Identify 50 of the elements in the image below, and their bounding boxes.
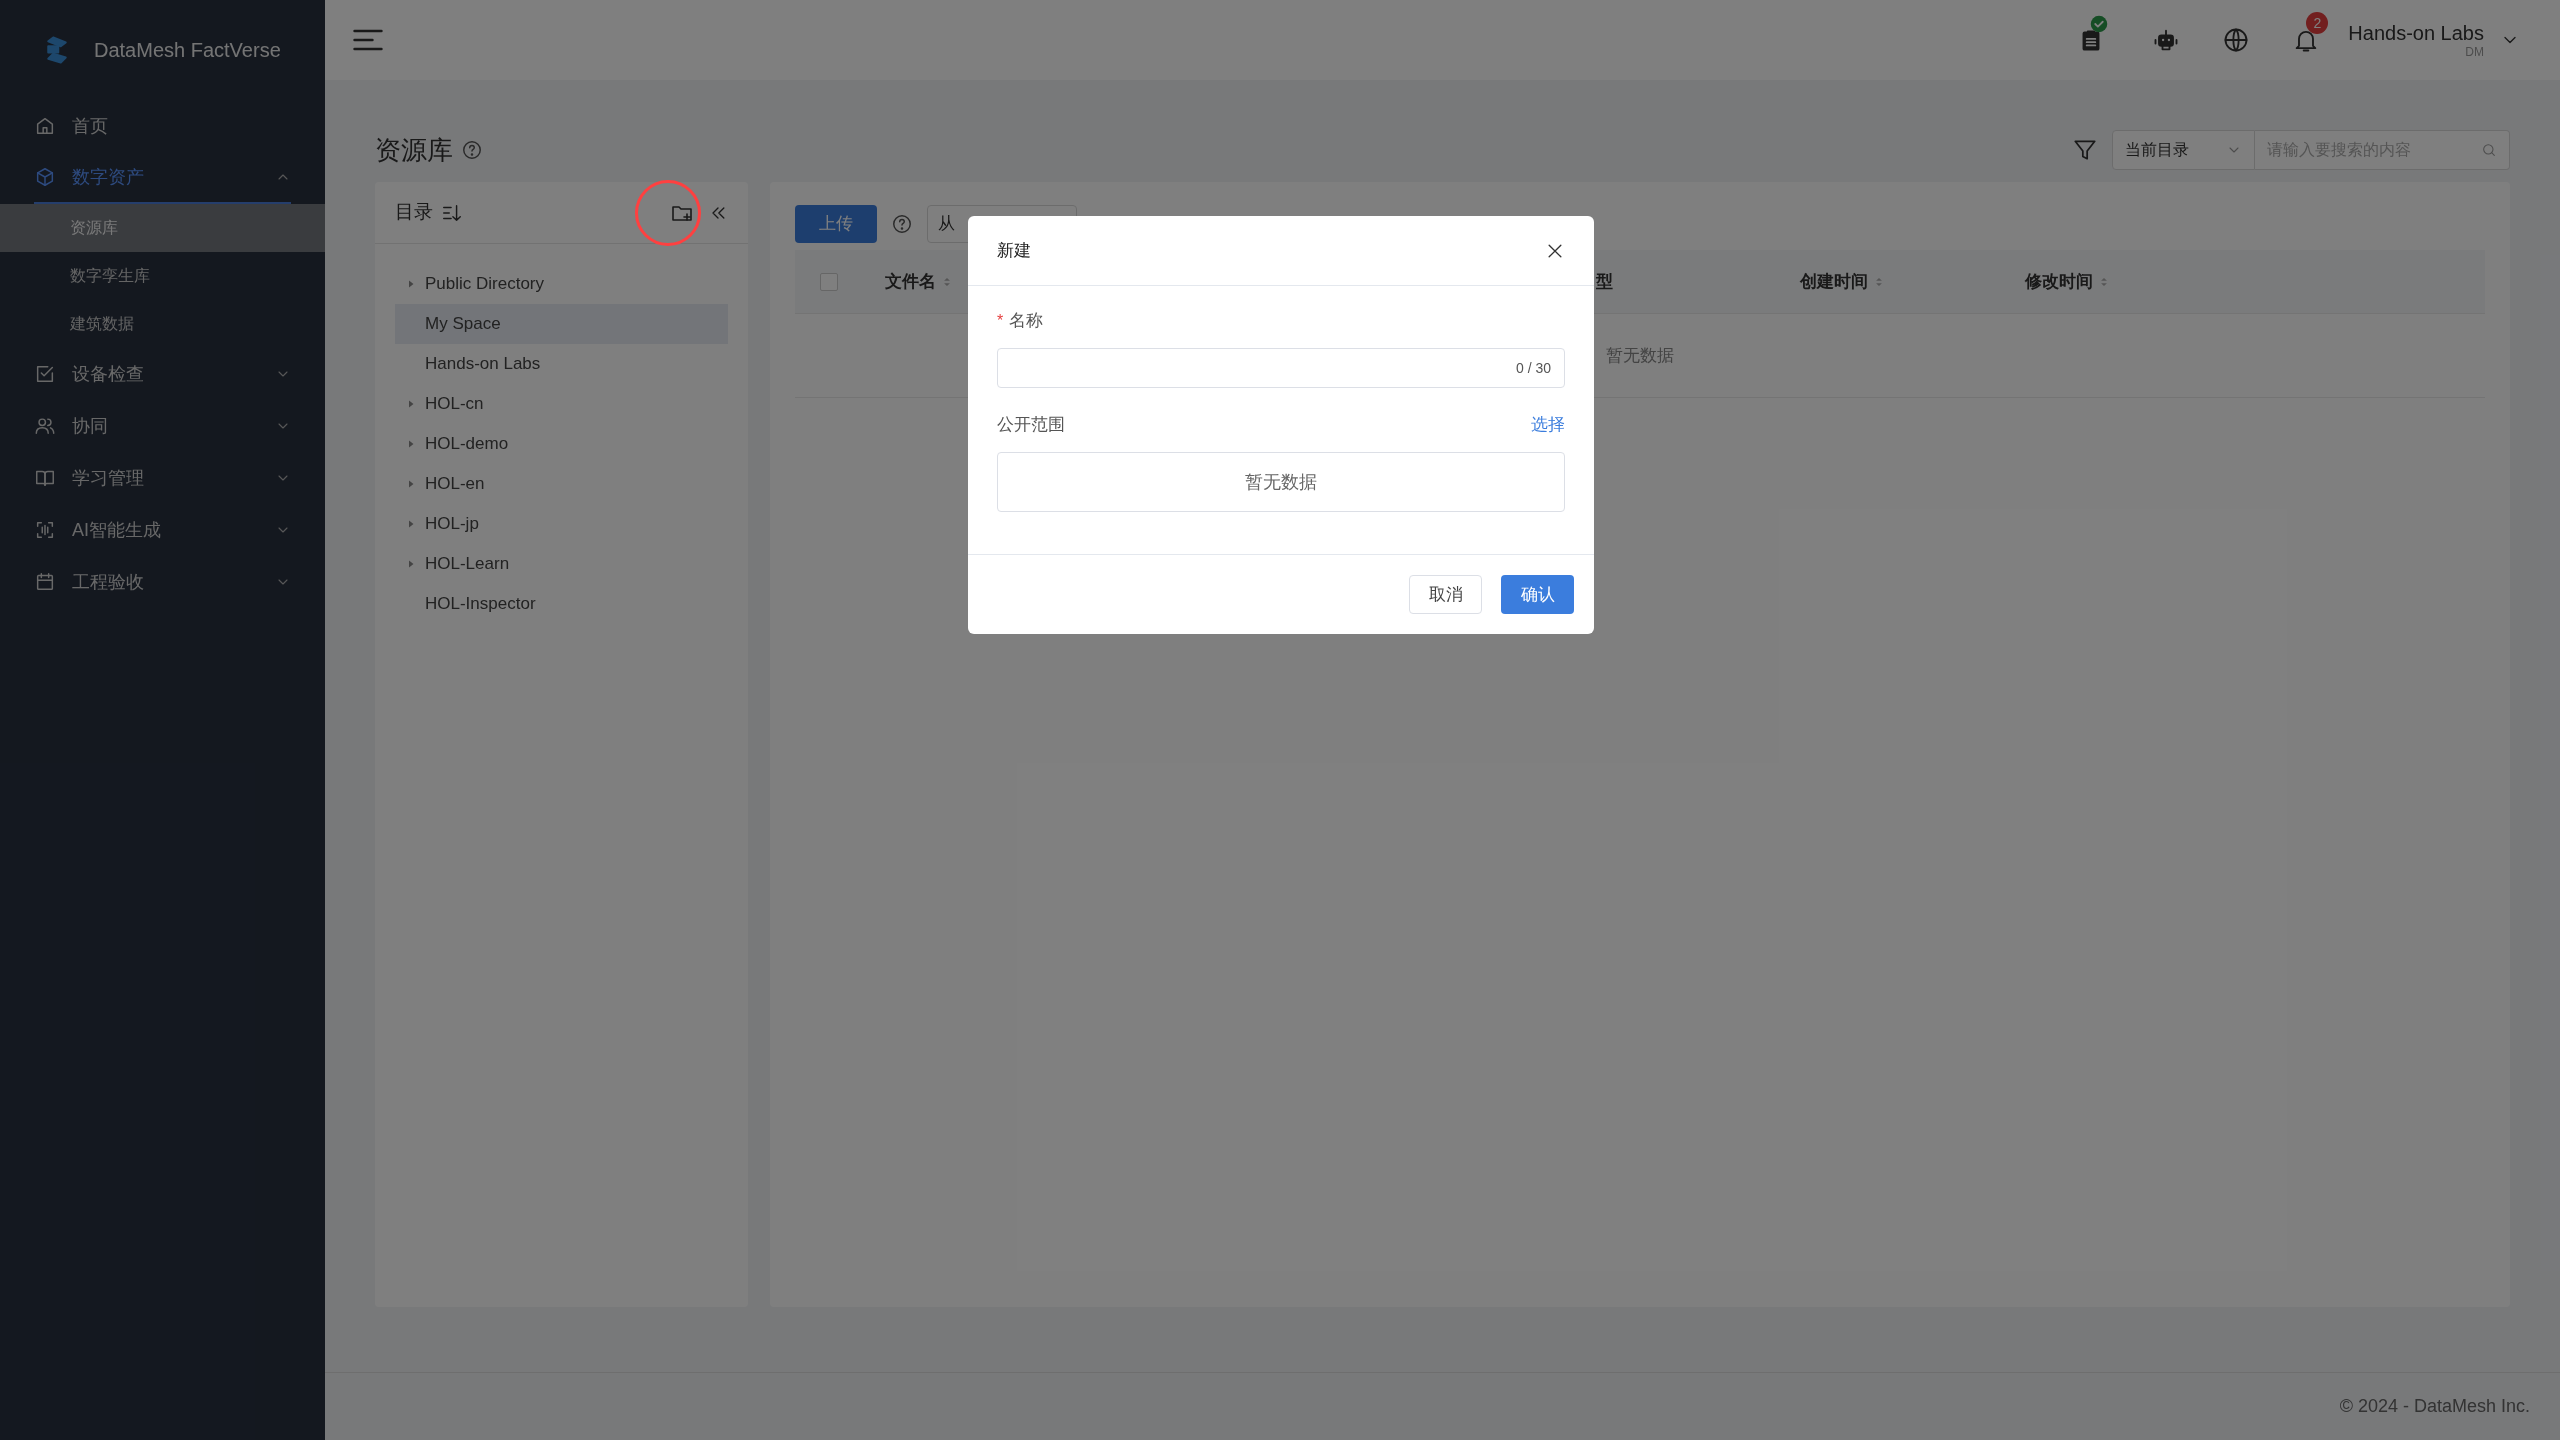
dialog-title: 新建 <box>997 239 1031 262</box>
home-icon <box>34 115 56 137</box>
scope-select[interactable]: 当前目录 <box>2112 130 2255 170</box>
menu-item[interactable]: 设备检查 <box>34 348 291 400</box>
empty-text: 暂无数据 <box>1606 344 1674 367</box>
check-badge-icon <box>2090 15 2109 33</box>
upload-button[interactable]: 上传 <box>795 205 877 243</box>
field-label: 公开范围 <box>997 414 1065 437</box>
tree-item[interactable]: HOL-en <box>395 464 728 504</box>
tree-item[interactable]: HOL-demo <box>395 424 728 464</box>
column-header[interactable]: 文件名 <box>885 268 936 295</box>
required-mark: * <box>997 311 1004 331</box>
column-header[interactable]: 修改时间 <box>2025 268 2093 295</box>
help-icon[interactable] <box>461 139 483 161</box>
tree-item[interactable]: HOL-cn <box>395 384 728 424</box>
cancel-button[interactable]: 取消 <box>1409 575 1482 614</box>
tree-item[interactable]: Public Directory <box>395 264 728 304</box>
tree-item[interactable]: HOL-Inspector <box>395 584 728 624</box>
copyright-text: © 2024 - DataMesh Inc. <box>2339 1395 2530 1418</box>
menu-item[interactable]: 工程验收 <box>34 556 291 608</box>
select-all-checkbox[interactable] <box>820 272 838 291</box>
menu-item[interactable]: AI智能生成 <box>34 504 291 556</box>
help-icon[interactable] <box>891 213 913 235</box>
people-icon <box>34 415 56 437</box>
submenu-item[interactable]: 建筑数据 <box>0 300 325 348</box>
page-title: 资源库 <box>375 133 453 167</box>
field-label: 名称 <box>1009 310 1044 333</box>
tree-item[interactable]: Hands-on Labs <box>395 344 728 384</box>
cube-icon <box>34 166 56 188</box>
calendar-icon <box>34 571 56 593</box>
menu-item[interactable]: 学习管理 <box>34 452 291 504</box>
column-header[interactable]: 创建时间 <box>1800 268 1868 295</box>
menu-item[interactable]: 首页 <box>34 100 291 152</box>
confirm-button[interactable]: 确认 <box>1501 575 1574 614</box>
ai-scan-icon <box>34 519 56 541</box>
select-link[interactable]: 选择 <box>1531 412 1565 438</box>
tree-item[interactable]: My Space <box>395 304 728 344</box>
search-icon <box>2481 142 2497 158</box>
notification-badge: 2 <box>2306 12 2329 34</box>
submenu-item[interactable]: 数字孪生库 <box>0 252 325 300</box>
app-name: DataMesh FactVerse <box>94 38 281 63</box>
tree-item[interactable]: HOL-Learn <box>395 544 728 584</box>
menu-item[interactable]: 协同 <box>34 400 291 452</box>
checkbox-icon <box>34 363 56 385</box>
user-name[interactable]: Hands-on Labs <box>2348 21 2484 45</box>
empty-text: 暂无数据 <box>1245 470 1317 494</box>
name-field[interactable]: 0 / 30 <box>997 348 1565 388</box>
tree-item[interactable]: HOL-jp <box>395 504 728 544</box>
column-header[interactable]: 型 <box>1596 268 1613 295</box>
directory-title: 目录 <box>395 200 433 225</box>
